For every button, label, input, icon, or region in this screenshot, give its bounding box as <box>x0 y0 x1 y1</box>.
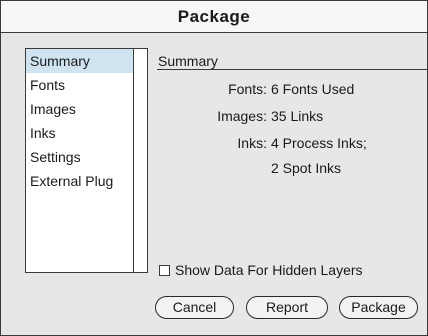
sidebar-item-fonts[interactable]: Fonts <box>26 73 133 97</box>
show-hidden-layers-label: Show Data For Hidden Layers <box>175 262 363 278</box>
sidebar-item-images[interactable]: Images <box>26 97 133 121</box>
sidebar-item-settings[interactable]: Settings <box>26 145 133 169</box>
images-label: Images: <box>217 108 267 124</box>
package-dialog: Package Summary Fonts Images Inks Settin… <box>0 0 428 336</box>
inks-value-line1: 4 Process Inks; <box>271 135 367 151</box>
inks-value-line2: 2 Spot Inks <box>271 160 342 176</box>
sidebar-panel: Summary Fonts Images Inks Settings Exter… <box>25 48 148 273</box>
sidebar-item-inks[interactable]: Inks <box>26 121 133 145</box>
show-hidden-layers-option[interactable]: Show Data For Hidden Layers <box>159 262 363 278</box>
fonts-value: 6 Fonts Used <box>271 81 355 97</box>
report-button[interactable]: Report <box>246 296 328 319</box>
sidebar-item-summary[interactable]: Summary <box>26 49 133 73</box>
sidebar-scrollbar[interactable] <box>134 49 147 272</box>
title-bar[interactable]: Package <box>1 1 427 33</box>
images-summary-row: Images: 35 Links <box>157 108 323 124</box>
fonts-summary-row: Fonts: 6 Fonts Used <box>157 81 354 97</box>
cancel-button[interactable]: Cancel <box>155 296 234 319</box>
fonts-label: Fonts: <box>228 81 267 97</box>
images-value: 35 Links <box>271 108 324 124</box>
package-button[interactable]: Package <box>339 296 418 319</box>
inks-label: Inks: <box>237 135 267 151</box>
sidebar-list: Summary Fonts Images Inks Settings Exter… <box>26 49 134 272</box>
dialog-title: Package <box>177 6 251 26</box>
show-hidden-layers-checkbox[interactable] <box>159 264 170 276</box>
inks-summary-row: Inks: 4 Process Inks; <box>157 135 367 151</box>
section-divider <box>157 69 428 70</box>
sidebar-item-external-plug[interactable]: External Plug <box>26 169 133 193</box>
inks-summary-row-continued: 2 Spot Inks <box>157 160 341 176</box>
section-heading: Summary <box>158 53 218 69</box>
